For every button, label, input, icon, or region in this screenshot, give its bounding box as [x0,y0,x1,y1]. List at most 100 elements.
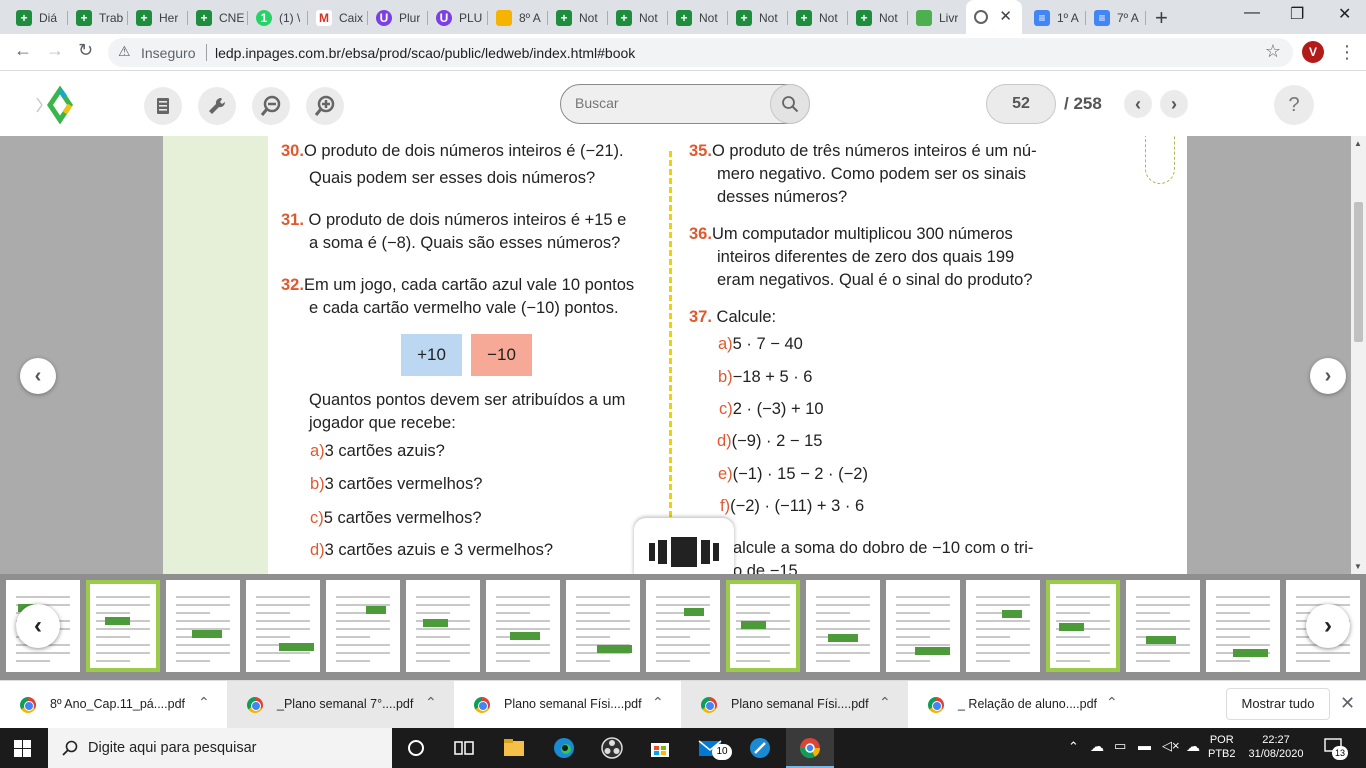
browser-tab[interactable]: + Diá [8,4,68,32]
scrollbar-thumb[interactable] [1354,202,1363,342]
page-thumbnail[interactable] [166,580,240,672]
page-thumbnail[interactable] [566,580,640,672]
edge-icon[interactable] [552,736,576,760]
browser-tab[interactable]: 1 (1) \ [248,4,308,32]
download-item[interactable]: Plano semanal Físi....pdf ⌃ [681,681,908,729]
viewer-previous-page-button[interactable]: ‹ [20,358,56,394]
battery-icon[interactable]: ▬ [1138,739,1151,753]
weather-icon[interactable]: ☁ [1090,739,1104,753]
chevron-up-icon[interactable]: ⌃ [198,694,210,711]
bookmark-ribbon-icon[interactable] [1145,136,1175,184]
zoom-out-button[interactable] [252,87,290,125]
chevron-up-icon[interactable]: ⌃ [879,694,891,711]
close-window-button[interactable]: ✕ [1338,4,1351,24]
cortana-icon[interactable] [404,736,428,760]
forward-button[interactable]: → [46,40,64,61]
page-thumbnail[interactable] [806,580,880,672]
notification-center-button[interactable]: 13 [1324,738,1348,760]
page-thumbnail[interactable] [406,580,480,672]
file-explorer-icon[interactable] [502,736,526,760]
page-thumbnail[interactable] [1126,580,1200,672]
download-item[interactable]: Plano semanal Físi....pdf ⌃ [454,681,681,729]
page-thumbnail[interactable] [1046,580,1120,672]
browser-menu-icon[interactable]: ⋮ [1338,42,1356,63]
scroll-up-arrow-icon[interactable]: ▲ [1354,139,1362,148]
page-thumbnail[interactable] [726,580,800,672]
browser-tab[interactable]: ✕ [966,0,1022,34]
show-all-downloads-button[interactable]: Mostrar tudo [1226,688,1330,720]
show-hidden-icons-chevron-icon[interactable]: ⌃ [1068,740,1079,754]
scroll-down-arrow-icon[interactable]: ▼ [1354,562,1362,571]
new-tab-button[interactable]: + [1155,5,1168,31]
browser-tab[interactable]: + Not [668,4,728,32]
page-thumbnail[interactable] [966,580,1040,672]
page-thumbnail[interactable] [326,580,400,672]
current-page-input[interactable]: 52 [986,84,1056,124]
profile-avatar[interactable]: V [1302,41,1324,63]
obs-icon[interactable] [600,736,624,760]
clock[interactable]: 22:27 31/08/2020 [1246,733,1306,761]
download-item[interactable]: _ Relação de aluno....pdf ⌃ [908,681,1135,729]
browser-tab[interactable]: + Not [788,4,848,32]
page-thumbnail[interactable] [486,580,560,672]
download-item[interactable]: 8º Ano_Cap.11_pá....pdf ⌃ [0,681,227,729]
browser-tab[interactable]: + CNE [188,4,248,32]
language-indicator[interactable]: POR PTB2 [1208,733,1236,761]
windows-start-icon[interactable] [14,740,31,757]
browser-tab[interactable]: ≡ 7º A [1086,4,1146,32]
page-thumbnail[interactable] [86,580,160,672]
task-view-icon[interactable] [452,736,476,760]
page-thumbnail[interactable] [246,580,320,672]
chevron-up-icon[interactable]: ⌃ [652,694,664,711]
thumbnail-toggle-handle[interactable] [634,518,734,574]
thumbnails-previous-button[interactable]: ‹ [16,604,60,648]
chevron-up-icon[interactable]: ⌃ [425,694,437,711]
store-icon[interactable] [648,736,672,760]
browser-tab[interactable]: + Trab [68,4,128,32]
chevron-up-icon[interactable]: ⌃ [1106,694,1118,711]
network-icon[interactable]: ▭ [1114,739,1126,753]
address-bar[interactable]: ⚠ Inseguro ledp.inpages.com.br/ebsa/prod… [108,38,1293,67]
bookmark-star-icon[interactable]: ☆ [1265,41,1281,62]
paint-icon[interactable] [748,736,772,760]
browser-tab[interactable]: M Caix [308,4,368,32]
browser-tab[interactable]: + Her [128,4,188,32]
browser-tab[interactable]: + Not [728,4,788,32]
browser-tab[interactable]: 8º A [488,4,548,32]
browser-tab[interactable]: + Not [548,4,608,32]
taskbar-search[interactable]: Digite aqui para pesquisar [48,728,392,768]
page-scrollbar[interactable]: ▲ ▼ [1351,136,1366,574]
volume-icon[interactable]: ◁× [1162,739,1180,753]
next-page-button[interactable]: › [1160,90,1188,118]
close-tab-icon[interactable]: ✕ [999,7,1012,25]
browser-tab[interactable]: U Plur [368,4,428,32]
help-button[interactable]: ? [1274,85,1314,125]
zoom-in-button[interactable] [306,87,344,125]
back-button[interactable]: ← [14,40,32,61]
minimize-button[interactable]: — [1244,4,1260,22]
close-shelf-icon[interactable]: ✕ [1340,693,1355,714]
browser-tab[interactable]: U PLU [428,4,488,32]
viewer-next-page-button[interactable]: › [1310,358,1346,394]
book-index-button[interactable] [144,87,182,125]
browser-tab[interactable]: + Not [608,4,668,32]
tools-button[interactable] [198,87,236,125]
book-search-input[interactable] [575,95,765,111]
maximize-button[interactable]: ❐ [1290,4,1304,24]
page-thumbnail[interactable] [646,580,720,672]
url-text[interactable]: ledp.inpages.com.br/ebsa/prod/scao/publi… [215,45,635,61]
download-item[interactable]: _Plano semanal 7°....pdf ⌃ [227,681,454,729]
chrome-taskbar-button[interactable] [786,728,834,768]
reload-button[interactable]: ↻ [78,40,93,61]
thumbnails-next-button[interactable]: › [1306,604,1350,648]
browser-tab[interactable]: ≡ 1º A [1026,4,1086,32]
warning-icon[interactable]: ⚠ [118,43,131,60]
page-thumbnail[interactable] [1206,580,1280,672]
mail-app[interactable]: 10 [698,736,732,764]
app-logo-icon[interactable] [34,86,74,124]
browser-tab[interactable]: Livr [908,4,968,32]
search-button[interactable] [770,84,810,124]
browser-tab[interactable]: + Not [848,4,908,32]
security-label[interactable]: Inseguro [141,45,195,61]
previous-page-button[interactable]: ‹ [1124,90,1152,118]
